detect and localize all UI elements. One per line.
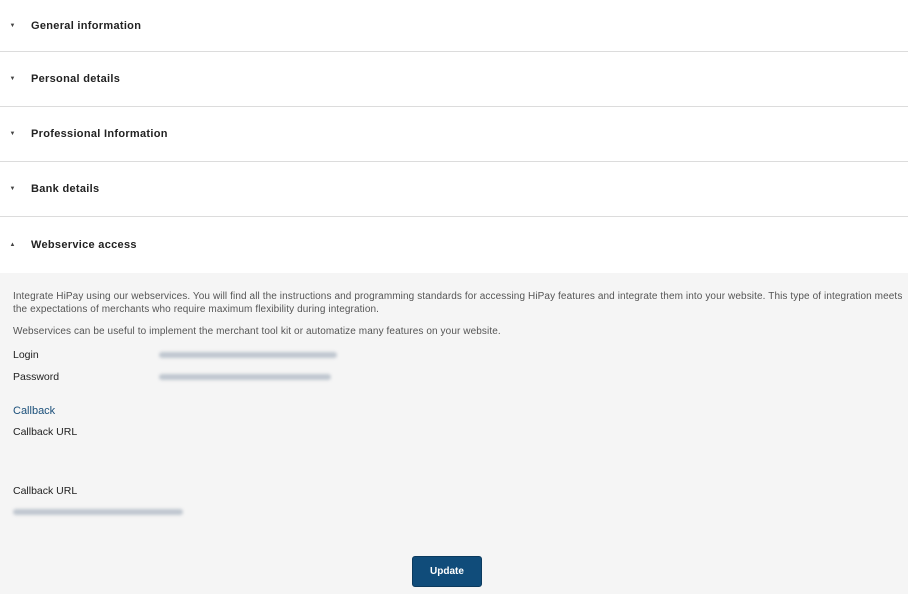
chevron-down-icon: ▼ bbox=[9, 76, 16, 82]
section-webservice-access[interactable]: ▲ Webservice access bbox=[0, 217, 908, 273]
section-title: General information bbox=[31, 19, 142, 32]
section-title: Professional Information bbox=[31, 128, 168, 140]
webservice-intro-text: Integrate HiPay using our webservices. Y… bbox=[13, 291, 903, 315]
chevron-up-icon: ▲ bbox=[9, 242, 16, 248]
login-label: Login bbox=[13, 349, 39, 361]
chevron-down-icon: ▼ bbox=[9, 131, 16, 137]
webservice-access-panel: Integrate HiPay using our webservices. Y… bbox=[0, 273, 908, 594]
section-professional-information[interactable]: ▼ Professional Information bbox=[0, 107, 908, 162]
chevron-down-icon: ▼ bbox=[9, 186, 16, 192]
password-value-redacted bbox=[159, 374, 331, 380]
login-row: Login bbox=[13, 344, 908, 366]
section-title: Personal details bbox=[31, 73, 121, 85]
section-personal-details[interactable]: ▼ Personal details bbox=[0, 52, 908, 107]
section-title: Bank details bbox=[31, 183, 100, 195]
account-settings-accordion: ▼ General information ▼ Personal details… bbox=[0, 0, 908, 594]
callback-link[interactable]: Callback bbox=[13, 405, 55, 417]
section-bank-details[interactable]: ▼ Bank details bbox=[0, 162, 908, 217]
password-label: Password bbox=[13, 371, 60, 383]
section-general-information[interactable]: ▼ General information bbox=[0, 0, 908, 52]
callback-url-label-2: Callback URL bbox=[13, 485, 78, 497]
section-title: Webservice access bbox=[31, 239, 137, 251]
chevron-down-icon: ▼ bbox=[9, 22, 16, 29]
callback-url-label: Callback URL bbox=[13, 426, 78, 438]
update-button[interactable]: Update bbox=[412, 556, 482, 587]
password-row: Password bbox=[13, 366, 908, 388]
webservice-usage-text: Webservices can be useful to implement t… bbox=[13, 326, 501, 337]
login-value-redacted bbox=[159, 352, 337, 358]
callback-url-value-redacted bbox=[13, 509, 183, 515]
